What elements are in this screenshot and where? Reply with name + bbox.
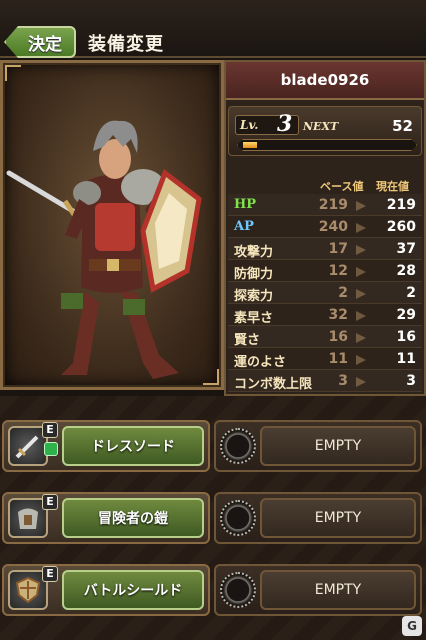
current-value-header: 現在値 [376,180,409,193]
next-exp-value: 52 [392,117,413,135]
confirm-back-button[interactable]: 決定 [4,26,76,58]
character-portrait-panel [0,60,224,390]
stat-base-value: 16 [328,329,348,345]
exp-bar-fill [243,142,257,148]
equipment-area: E ドレスソード EMPTY E 冒険者の鎧 EMPTY E バトルシールド EMPTY G [0,396,426,640]
stat-name: 素早さ [234,311,274,326]
stat-base-value: 32 [328,307,348,323]
empty-slot[interactable]: EMPTY [214,492,422,544]
header-bar: 決定 装備変更 [0,0,426,58]
stat-current-value: 28 [396,263,416,279]
equipped-slot[interactable]: E バトルシールド [2,564,210,616]
equipped-badge: E [42,566,58,582]
stat-row: 探索力 2 2 [228,282,422,304]
equipped-item-button[interactable]: ドレスソード [62,426,204,466]
equipment-row: E 冒険者の鎧 EMPTY [0,488,426,546]
empty-slot[interactable]: EMPTY [214,564,422,616]
equipped-badge: E [42,422,58,438]
stat-current-value: 11 [396,351,416,367]
stat-current-value: 2 [406,285,416,301]
stat-base-value: 11 [328,351,348,367]
equipped-slot[interactable]: E 冒険者の鎧 [2,492,210,544]
empty-ring-icon [220,572,256,608]
empty-slot[interactable]: EMPTY [214,420,422,472]
arrow-right-icon [356,311,366,321]
level-value: 3 [277,111,293,137]
arrow-right-icon [356,245,366,255]
stat-name: 探索力 [234,289,274,304]
watermark-logo: G [402,616,422,636]
equipped-badge: E [42,494,58,510]
arrow-right-icon [356,289,366,299]
empty-ring-icon [220,428,256,464]
stat-base-value: 2 [338,285,348,301]
equipment-row: E ドレスソード EMPTY [0,416,426,474]
arrow-right-icon [356,201,366,211]
stat-current-value: 219 [386,197,416,213]
arrow-right-icon [356,333,366,343]
stat-current-value: 37 [396,241,416,257]
stat-base-value: 240 [318,219,348,235]
stat-row: 賢さ 16 16 [228,326,422,348]
stat-row: 攻撃力 17 37 [228,238,422,260]
character-figure [6,120,202,379]
arrow-right-icon [356,223,366,233]
stat-base-value: 3 [338,373,348,389]
stat-current-value: 3 [406,373,416,389]
stat-name: HP [234,197,257,212]
stat-name: 攻撃力 [234,245,274,260]
stat-row: コンボ数上限 3 3 [228,370,422,392]
empty-slot-button[interactable]: EMPTY [260,426,416,466]
screen-title: 装備変更 [88,34,164,55]
equipped-slot[interactable]: E ドレスソード [2,420,210,472]
stat-current-value: 260 [386,219,416,235]
equipped-item-button[interactable]: 冒険者の鎧 [62,498,204,538]
stat-name: 防御力 [234,267,274,282]
character-name: blade0926 [226,62,424,100]
exp-bar [237,139,417,151]
gem-icon [44,442,58,456]
empty-ring-icon [220,500,256,536]
stat-base-value: 17 [328,241,348,257]
equipment-row: E バトルシールド EMPTY [0,560,426,618]
stat-base-value: 219 [318,197,348,213]
next-label: NEXT [303,120,339,133]
empty-slot-button[interactable]: EMPTY [260,498,416,538]
empty-slot-button[interactable]: EMPTY [260,570,416,610]
arrow-right-icon [356,377,366,387]
stat-current-value: 16 [396,329,416,345]
stat-row: 防御力 12 28 [228,260,422,282]
arrow-right-icon [356,355,366,365]
base-value-header: ベース値 [320,180,364,193]
stats-panel: blade0926 Lv. 3 NEXT 52 ベース値 現在値 HP 219 21… [224,60,426,396]
arrow-right-icon [356,267,366,277]
stat-base-value: 12 [328,263,348,279]
stat-name: AP [234,219,254,234]
level-box: Lv. 3 NEXT 52 [228,106,422,156]
stat-row: HP 219 219 [228,194,422,216]
stat-current-value: 29 [396,307,416,323]
stat-row: AP 240 260 [228,216,422,238]
equipped-item-button[interactable]: バトルシールド [62,570,204,610]
stat-row: 素早さ 32 29 [228,304,422,326]
stat-name: 運のよさ [234,355,287,370]
stat-row: 運のよさ 11 11 [228,348,422,370]
stat-name: 賢さ [234,333,261,348]
